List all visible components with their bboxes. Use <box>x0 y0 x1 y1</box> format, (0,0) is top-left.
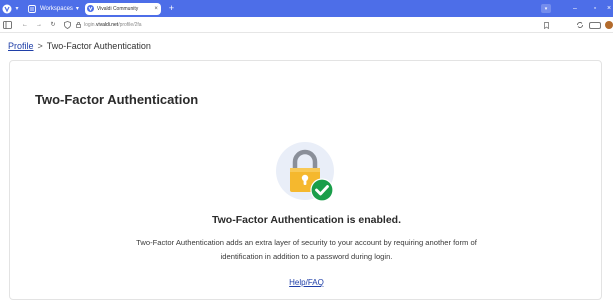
vivaldi-menu-icon[interactable] <box>1 3 13 15</box>
close-window-button[interactable]: × <box>605 5 613 12</box>
two-factor-card: Two-Factor Authentication Two-Factor Aut… <box>9 60 602 300</box>
extension-badge-icon[interactable] <box>589 21 601 29</box>
tab-vivaldi-community[interactable]: Vivaldi Community × <box>84 2 161 15</box>
back-arrow-icon[interactable]: ← <box>18 18 32 32</box>
profile-avatar[interactable] <box>605 21 613 29</box>
url-prefix: login. <box>84 21 96 28</box>
panel-toggle-icon[interactable] <box>0 18 14 32</box>
url-field[interactable]: login. vivaldi.net/profile/2fa <box>84 22 142 28</box>
status-description: Two-Factor Authentication adds an extra … <box>136 238 477 261</box>
url-path: /profile/2fa <box>118 21 142 28</box>
page-content: Profile > Two-Factor Authentication Two-… <box>0 33 613 300</box>
breadcrumb-current: Two-Factor Authentication <box>46 41 151 51</box>
address-bar: ← → ↻ login. vivaldi.net/profile/2fa <box>0 17 613 33</box>
vivaldi-favicon-icon <box>86 5 94 12</box>
url-host: vivaldi.net <box>95 21 119 28</box>
workspaces-button[interactable]: Workspaces ▾ <box>27 4 79 13</box>
help-faq-link[interactable]: Help/FAQ <box>289 278 324 287</box>
page-title: Two-Factor Authentication <box>35 92 199 107</box>
tab-list-dropdown-button[interactable]: ▾ <box>541 4 551 13</box>
close-tab-icon[interactable]: × <box>154 6 158 12</box>
lock-icon[interactable] <box>74 18 82 32</box>
status-heading: Two-Factor Authentication is enabled. <box>211 214 401 226</box>
workspaces-icon <box>27 4 36 13</box>
forward-arrow-icon[interactable]: → <box>32 18 46 32</box>
chevron-down-icon: ▾ <box>544 5 548 12</box>
reload-icon[interactable]: ↻ <box>46 18 60 32</box>
bookmark-icon[interactable] <box>539 18 553 32</box>
workspaces-label: Workspaces <box>40 5 73 12</box>
shield-icon[interactable] <box>60 18 74 32</box>
new-tab-button[interactable]: + <box>169 4 174 13</box>
breadcrumb-profile-link[interactable]: Profile <box>8 41 34 51</box>
help-faq-container: Help/FAQ <box>10 278 603 287</box>
maximize-window-button[interactable]: ▫ <box>585 5 605 12</box>
breadcrumb-separator: > <box>37 41 43 51</box>
tab-title: Vivaldi Community <box>96 5 139 12</box>
breadcrumb: Profile > Two-Factor Authentication <box>8 41 151 51</box>
sync-icon[interactable] <box>573 18 587 32</box>
browser-tab-bar: ▾ Workspaces ▾ Vivaldi Community × + ▾ –… <box>0 0 613 17</box>
chevron-down-icon[interactable]: ▾ <box>13 5 21 12</box>
lock-with-check-icon <box>276 142 336 202</box>
chevron-down-icon: ▾ <box>75 6 79 12</box>
minimize-window-button[interactable]: – <box>565 5 585 12</box>
